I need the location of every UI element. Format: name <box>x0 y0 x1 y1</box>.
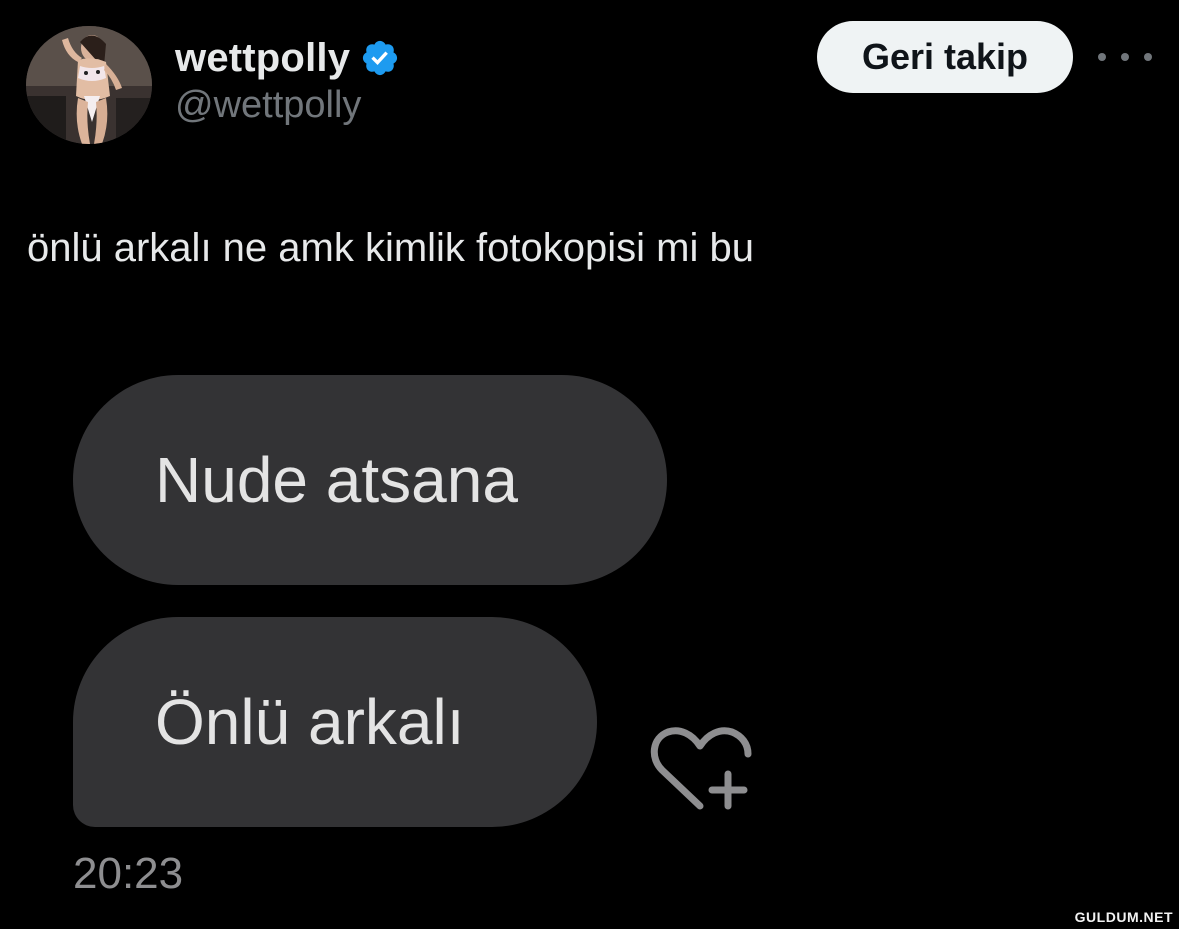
author-handle[interactable]: @wettpolly <box>175 86 361 124</box>
chat-message-bubble: Nude atsana <box>73 375 667 585</box>
more-dot <box>1098 53 1106 61</box>
chat-message-text: Önlü arkalı <box>155 686 465 758</box>
verified-badge-icon <box>363 40 398 76</box>
tweet-text: önlü arkalı ne amk kimlik fotokopisi mi … <box>27 226 754 270</box>
more-dot <box>1121 53 1129 61</box>
author-name-row[interactable]: wettpolly <box>175 32 400 84</box>
chat-message-bubble: Önlü arkalı <box>73 617 597 827</box>
heart-plus-icon[interactable] <box>648 722 752 814</box>
chat-message-text: Nude atsana <box>155 444 518 516</box>
follow-back-button[interactable]: Geri takip <box>817 21 1073 93</box>
avatar-photo <box>26 26 152 144</box>
more-horizontal-icon[interactable] <box>1098 46 1152 68</box>
more-dot <box>1144 53 1152 61</box>
message-timestamp: 20:23 <box>73 849 184 898</box>
watermark: GULDUM.NET <box>1074 909 1173 925</box>
avatar[interactable] <box>26 26 152 144</box>
author-display-name[interactable]: wettpolly <box>175 38 350 78</box>
